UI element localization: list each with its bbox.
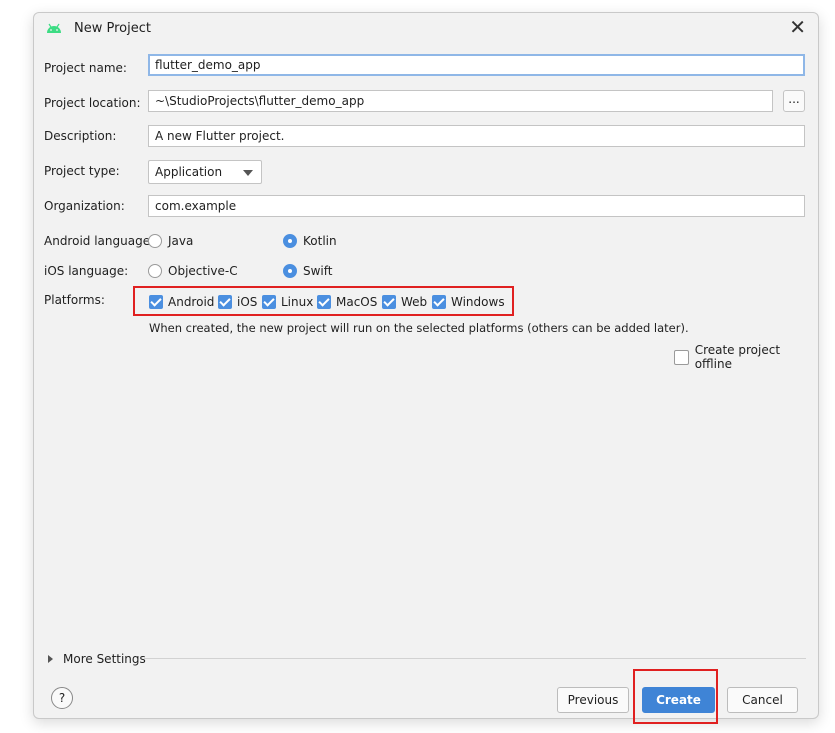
checkbox-ios-label: iOS — [237, 295, 258, 309]
help-button[interactable]: ? — [51, 687, 73, 709]
create-highlight-box — [633, 669, 718, 724]
radio-objective-c[interactable]: Objective-C — [148, 264, 238, 278]
platforms-highlight-box: Android iOS Linux MacOS Web Windows — [133, 286, 514, 316]
checkbox-checked-icon — [382, 295, 396, 309]
project-type-label: Project type: — [44, 164, 120, 178]
create-offline-checkbox[interactable]: Create project offline — [674, 343, 818, 371]
more-settings-toggle[interactable]: More Settings — [48, 652, 146, 666]
ios-language-label: iOS language: — [44, 264, 129, 278]
description-label: Description: — [44, 129, 117, 143]
radio-swift-label: Swift — [303, 264, 333, 278]
chevron-right-icon — [48, 655, 53, 663]
checkbox-linux[interactable]: Linux — [262, 295, 313, 309]
checkbox-checked-icon — [432, 295, 446, 309]
project-type-value: Application — [155, 165, 223, 179]
radio-circle — [283, 264, 297, 278]
new-project-dialog: New Project ✕ Project name: Project loca… — [33, 12, 819, 724]
chevron-down-icon — [243, 170, 253, 176]
checkbox-unchecked-icon — [674, 349, 689, 365]
checkbox-macos-label: MacOS — [336, 295, 378, 309]
android-language-label: Android language: — [44, 234, 155, 248]
checkbox-checked-icon — [262, 295, 276, 309]
platforms-label: Platforms: — [44, 293, 105, 307]
radio-kotlin[interactable]: Kotlin — [283, 234, 337, 248]
close-icon[interactable]: ✕ — [789, 15, 806, 39]
checkbox-windows[interactable]: Windows — [432, 295, 505, 309]
project-location-input[interactable] — [148, 90, 773, 112]
title-bar: New Project ✕ — [34, 13, 818, 45]
divider — [144, 658, 806, 659]
create-offline-label: Create project offline — [694, 343, 781, 371]
project-location-label: Project location: — [44, 96, 141, 110]
radio-circle — [148, 264, 162, 278]
browse-button[interactable]: ... — [783, 90, 805, 112]
checkbox-web-label: Web — [401, 295, 428, 309]
dialog-title: New Project — [74, 21, 151, 36]
checkbox-checked-icon — [317, 295, 331, 309]
previous-button[interactable]: Previous — [557, 687, 629, 713]
checkbox-checked-icon — [218, 295, 232, 309]
android-icon — [47, 23, 61, 33]
radio-java-label: Java — [168, 234, 194, 248]
checkbox-android[interactable]: Android — [149, 295, 214, 309]
radio-swift[interactable]: Swift — [283, 264, 332, 278]
organization-input[interactable] — [148, 195, 805, 217]
description-input[interactable] — [148, 125, 805, 147]
checkbox-ios[interactable]: iOS — [218, 295, 257, 309]
project-type-select[interactable]: Application — [148, 160, 262, 184]
radio-circle — [148, 234, 162, 248]
checkbox-linux-label: Linux — [281, 295, 314, 309]
organization-label: Organization: — [44, 199, 125, 213]
checkbox-windows-label: Windows — [451, 295, 505, 309]
checkbox-checked-icon — [149, 295, 163, 309]
platforms-hint: When created, the new project will run o… — [149, 321, 689, 335]
project-name-label: Project name: — [44, 61, 127, 75]
radio-circle — [283, 234, 297, 248]
radio-objective-c-label: Objective-C — [168, 264, 238, 278]
cancel-button[interactable]: Cancel — [727, 687, 798, 713]
radio-kotlin-label: Kotlin — [303, 234, 337, 248]
checkbox-web[interactable]: Web — [382, 295, 427, 309]
project-name-input[interactable] — [148, 54, 805, 76]
more-settings-label: More Settings — [63, 652, 146, 666]
checkbox-android-label: Android — [168, 295, 215, 309]
checkbox-macos[interactable]: MacOS — [317, 295, 377, 309]
radio-java[interactable]: Java — [148, 234, 193, 248]
